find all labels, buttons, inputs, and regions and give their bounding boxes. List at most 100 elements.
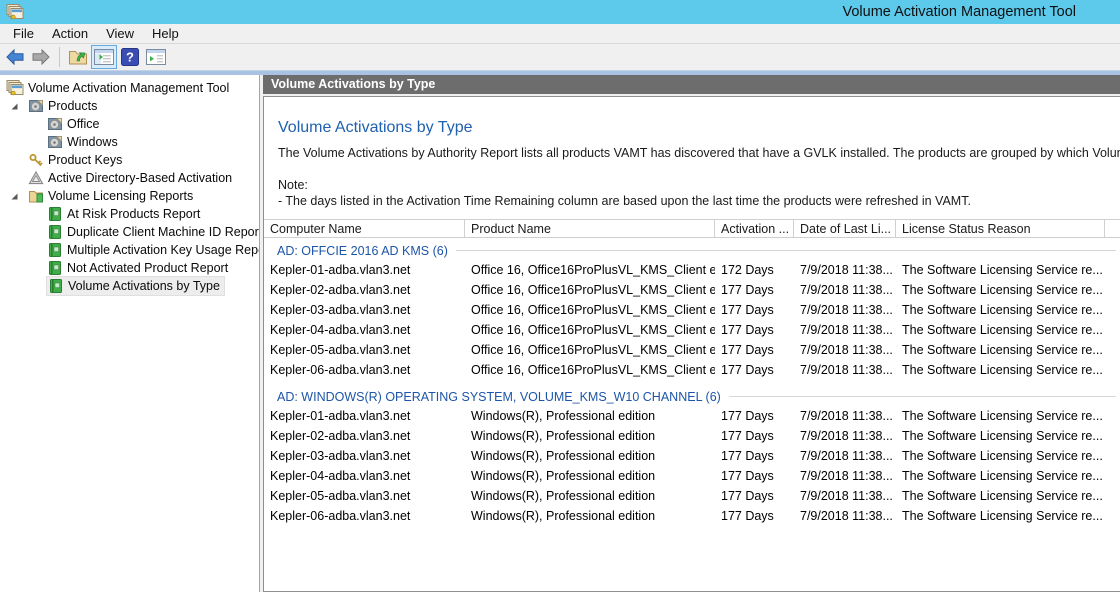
table-row[interactable]: Kepler-06-adba.vlan3.netWindows(R), Prof… (264, 506, 1120, 526)
table-row[interactable]: Kepler-03-adba.vlan3.netWindows(R), Prof… (264, 446, 1120, 466)
table-row[interactable]: Kepler-03-adba.vlan3.netOffice 16, Offic… (264, 300, 1120, 320)
column-header[interactable] (1105, 220, 1120, 237)
results-pane: Volume Activations by Type Volume Activa… (263, 75, 1120, 592)
cell-date: 7/9/2018 11:38... (794, 360, 896, 380)
cell-date: 7/9/2018 11:38... (794, 406, 896, 426)
up-one-level-button[interactable] (65, 45, 91, 69)
tree-item-label: Windows (67, 135, 118, 149)
show-console-tree-icon (94, 49, 114, 65)
tree-item-root[interactable]: Volume Activation Management Tool (0, 79, 259, 97)
tree-item-office[interactable]: Office (0, 115, 259, 133)
cell-product: Windows(R), Professional edition (465, 486, 715, 506)
report-title: Volume Activations by Type (278, 119, 1120, 137)
tree-item-mak-usage-report[interactable]: Multiple Activation Key Usage Report (0, 241, 259, 259)
disc-icon (47, 116, 63, 132)
cell-product: Office 16, Office16ProPlusVL_KMS_Client … (465, 280, 715, 300)
table-row[interactable]: Kepler-01-adba.vlan3.netWindows(R), Prof… (264, 406, 1120, 426)
column-header[interactable]: Activation ... (715, 220, 794, 237)
tree-item-label: Products (48, 99, 97, 113)
tree-item-windows[interactable]: Windows (0, 133, 259, 151)
menu-view[interactable]: View (97, 24, 143, 43)
show-console-tree-button[interactable] (91, 45, 117, 69)
disc-icon (28, 98, 44, 114)
menu-help[interactable]: Help (143, 24, 188, 43)
cell-reason: The Software Licensing Service re... (896, 300, 1105, 320)
cell-date: 7/9/2018 11:38... (794, 426, 896, 446)
cell-filler (1105, 426, 1120, 446)
up-one-level-folder-icon (67, 47, 89, 67)
key-icon (28, 152, 44, 168)
cell-computer: Kepler-04-adba.vlan3.net (264, 466, 465, 486)
table-row[interactable]: Kepler-05-adba.vlan3.netWindows(R), Prof… (264, 486, 1120, 506)
help-button[interactable]: ? (117, 45, 143, 69)
tree-item-not-activated-report[interactable]: Not Activated Product Report (0, 259, 259, 277)
cell-activation: 177 Days (715, 320, 794, 340)
back-button[interactable] (2, 45, 28, 69)
cell-date: 7/9/2018 11:38... (794, 506, 896, 526)
expander-icon[interactable] (10, 102, 28, 111)
show-action-pane-icon (146, 49, 166, 65)
table-row[interactable]: Kepler-05-adba.vlan3.netOffice 16, Offic… (264, 340, 1120, 360)
menu-file[interactable]: File (4, 24, 43, 43)
cell-reason: The Software Licensing Service re... (896, 426, 1105, 446)
table-row[interactable]: Kepler-06-adba.vlan3.netOffice 16, Offic… (264, 360, 1120, 380)
cell-product: Windows(R), Professional edition (465, 506, 715, 526)
menu-bar: File Action View Help (0, 24, 1120, 44)
toolbar-separator (59, 47, 60, 67)
table-row[interactable]: Kepler-02-adba.vlan3.netOffice 16, Offic… (264, 280, 1120, 300)
column-header[interactable]: Date of Last Li... (794, 220, 896, 237)
tree-item-volume-activations-by-type[interactable]: Volume Activations by Type (0, 277, 259, 295)
cell-product: Office 16, Office16ProPlusVL_KMS_Client … (465, 320, 715, 340)
tree-item-at-risk-report[interactable]: At Risk Products Report (0, 205, 259, 223)
column-header[interactable]: Computer Name (264, 220, 465, 237)
show-action-pane-button[interactable] (143, 45, 169, 69)
table-row[interactable]: Kepler-04-adba.vlan3.netOffice 16, Offic… (264, 320, 1120, 340)
tree-item-label: Volume Activation Management Tool (28, 81, 229, 95)
cell-filler (1105, 320, 1120, 340)
cell-reason: The Software Licensing Service re... (896, 360, 1105, 380)
back-icon (4, 46, 26, 68)
cell-date: 7/9/2018 11:38... (794, 280, 896, 300)
cell-date: 7/9/2018 11:38... (794, 300, 896, 320)
tree-item-label: Office (67, 117, 99, 131)
window-title: Volume Activation Management Tool (843, 4, 1117, 20)
cell-activation: 177 Days (715, 340, 794, 360)
forward-button[interactable] (28, 45, 54, 69)
cell-reason: The Software Licensing Service re... (896, 260, 1105, 280)
table-row[interactable]: Kepler-04-adba.vlan3.netWindows(R), Prof… (264, 466, 1120, 486)
tree-item-duplicate-cmid-report[interactable]: Duplicate Client Machine ID Report (0, 223, 259, 241)
tree-item-volume-licensing-reports[interactable]: Volume Licensing Reports (0, 187, 259, 205)
table-header-row: Computer NameProduct NameActivation ...D… (264, 219, 1120, 238)
cell-computer: Kepler-06-adba.vlan3.net (264, 360, 465, 380)
cell-computer: Kepler-01-adba.vlan3.net (264, 406, 465, 426)
column-header[interactable]: License Status Reason (896, 220, 1105, 237)
title-bar: Volume Activation Management Tool (0, 0, 1120, 24)
menu-action[interactable]: Action (43, 24, 97, 43)
tree-item-label: Duplicate Client Machine ID Report (67, 225, 260, 239)
cell-filler (1105, 466, 1120, 486)
report-icon (47, 242, 63, 258)
cell-activation: 177 Days (715, 506, 794, 526)
report-icon (47, 224, 63, 240)
tree-item-ad-activation[interactable]: Active Directory-Based Activation (0, 169, 259, 187)
cell-computer: Kepler-03-adba.vlan3.net (264, 446, 465, 466)
tree-item-label: Not Activated Product Report (67, 261, 228, 275)
table-body: AD: OFFCIE 2016 AD KMS (6)Kepler-01-adba… (264, 241, 1120, 526)
cell-product: Windows(R), Professional edition (465, 446, 715, 466)
table-row[interactable]: Kepler-01-adba.vlan3.netOffice 16, Offic… (264, 260, 1120, 280)
cell-activation: 177 Days (715, 466, 794, 486)
tree-item-label: At Risk Products Report (67, 207, 200, 221)
column-header[interactable]: Product Name (465, 220, 715, 237)
table-row[interactable]: Kepler-02-adba.vlan3.netWindows(R), Prof… (264, 426, 1120, 446)
cell-product: Office 16, Office16ProPlusVL_KMS_Client … (465, 340, 715, 360)
tree-item-products[interactable]: Products (0, 97, 259, 115)
cell-activation: 177 Days (715, 446, 794, 466)
cell-activation: 177 Days (715, 280, 794, 300)
cell-date: 7/9/2018 11:38... (794, 260, 896, 280)
expander-icon[interactable] (10, 192, 28, 201)
cell-date: 7/9/2018 11:38... (794, 340, 896, 360)
tree-item-product-keys[interactable]: Product Keys (0, 151, 259, 169)
cell-computer: Kepler-05-adba.vlan3.net (264, 486, 465, 506)
help-icon: ? (121, 48, 139, 66)
mmc-console-icon (6, 80, 24, 96)
